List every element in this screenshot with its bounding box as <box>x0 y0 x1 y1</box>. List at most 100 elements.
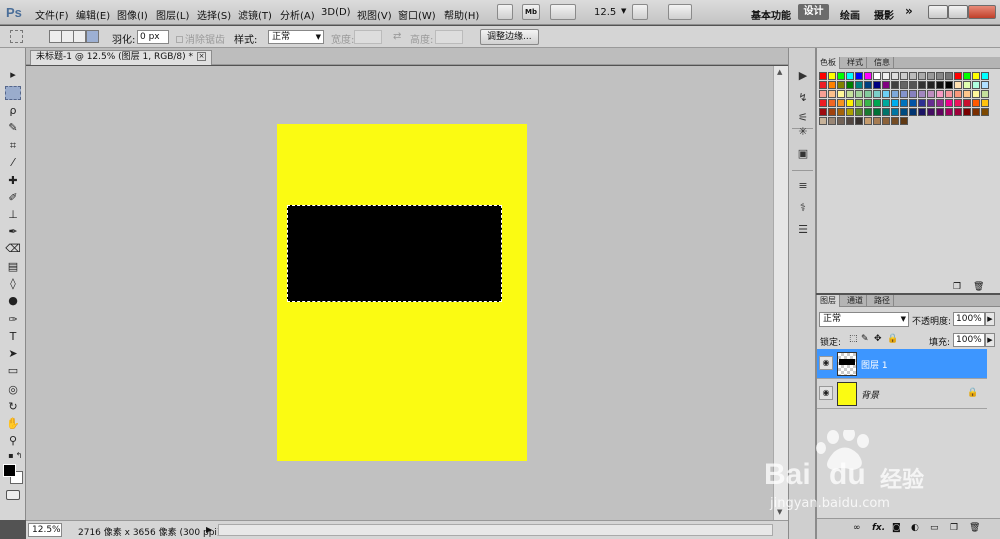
zoom-dropdown-icon[interactable]: ▼ <box>621 7 626 15</box>
clone-source-icon[interactable]: ⚕ <box>795 200 811 216</box>
color-swatch[interactable] <box>864 108 872 116</box>
color-swatch[interactable] <box>981 108 989 116</box>
color-swatch[interactable] <box>828 90 836 98</box>
color-swatch[interactable] <box>837 117 845 125</box>
color-swatch[interactable] <box>828 117 836 125</box>
color-swatch[interactable] <box>891 117 899 125</box>
3d-rotate-tool-icon[interactable]: ◎ <box>5 383 21 397</box>
menu-window[interactable]: 窗口(W) <box>398 7 436 22</box>
color-swatch[interactable] <box>936 72 944 80</box>
color-swatch[interactable] <box>837 90 845 98</box>
color-swatch[interactable] <box>891 108 899 116</box>
document-tab[interactable]: 未标题-1 @ 12.5% (图层 1, RGB/8) * × <box>30 50 212 65</box>
workspace-photo[interactable]: 摄影 <box>874 7 894 22</box>
image-icon[interactable]: ▣ <box>795 146 811 162</box>
layer-name[interactable]: 背景 <box>861 388 879 401</box>
healing-brush-tool-icon[interactable]: ✚ <box>5 174 21 188</box>
color-swatch[interactable] <box>873 72 881 80</box>
color-swatch[interactable] <box>882 108 890 116</box>
color-swatch[interactable] <box>891 99 899 107</box>
color-swatch[interactable] <box>900 90 908 98</box>
layer-row-background[interactable]: ◉ 背景 🔒 <box>817 379 987 409</box>
color-swatch[interactable] <box>882 72 890 80</box>
hand-tool-icon[interactable]: ✋ <box>5 417 21 431</box>
eraser-tool-icon[interactable]: ⌫ <box>5 242 21 256</box>
color-swatch[interactable] <box>873 81 881 89</box>
marquee-preset-icon[interactable] <box>10 30 23 43</box>
quick-selection-tool-icon[interactable]: ✎ <box>5 121 21 135</box>
color-swatch[interactable] <box>837 72 845 80</box>
maximize-button[interactable] <box>948 5 968 19</box>
color-swatch[interactable] <box>873 117 881 125</box>
navigator-icon[interactable]: ✳ <box>795 124 811 140</box>
color-swatch[interactable] <box>909 90 917 98</box>
feather-input[interactable]: 0 px <box>137 30 169 44</box>
color-swatch[interactable] <box>981 90 989 98</box>
more-workspaces-icon[interactable]: » <box>905 4 913 18</box>
lock-pixels-icon[interactable]: ✎ <box>861 334 869 344</box>
menu-help[interactable]: 帮助(H) <box>444 7 479 22</box>
history-brush-tool-icon[interactable]: ✒ <box>5 225 21 239</box>
color-swatch[interactable] <box>828 108 836 116</box>
workspace-basic[interactable]: 基本功能 <box>751 7 791 22</box>
vertical-scrollbar[interactable]: ▲ ▼ <box>773 66 788 520</box>
menu-3d[interactable]: 3D(D) <box>321 7 351 18</box>
opacity-arrow-icon[interactable]: ▶ <box>985 312 995 326</box>
layer-name[interactable]: 图层 1 <box>861 358 888 371</box>
color-swatch[interactable] <box>819 108 827 116</box>
color-swatch[interactable] <box>954 81 962 89</box>
color-swatch[interactable] <box>855 99 863 107</box>
lock-position-icon[interactable]: ✥ <box>874 334 882 344</box>
opacity-field[interactable]: 100% <box>953 312 985 326</box>
close-tab-icon[interactable]: × <box>197 52 206 61</box>
fill-field[interactable]: 100% <box>953 333 985 347</box>
pen-tool-icon[interactable]: ✑ <box>5 313 21 327</box>
refine-edge-button[interactable]: 调整边缘... <box>480 29 539 45</box>
color-swatch[interactable] <box>909 81 917 89</box>
color-swatch[interactable] <box>927 108 935 116</box>
color-swatch[interactable] <box>981 81 989 89</box>
color-swatch[interactable] <box>846 117 854 125</box>
lock-transparency-icon[interactable]: ⬚ <box>849 334 858 344</box>
visibility-eye-icon[interactable]: ◉ <box>819 386 833 400</box>
link-icon[interactable]: ∞ <box>853 523 861 533</box>
path-selection-tool-icon[interactable]: ➤ <box>5 347 21 361</box>
tab-info[interactable]: 信息 <box>871 57 894 69</box>
color-swatch[interactable] <box>945 72 953 80</box>
type-tool-icon[interactable]: T <box>5 330 21 344</box>
color-swatch[interactable] <box>945 108 953 116</box>
color-swatch[interactable] <box>837 81 845 89</box>
fill-arrow-icon[interactable]: ▶ <box>985 333 995 347</box>
color-swatch[interactable] <box>873 99 881 107</box>
canvas-area[interactable] <box>26 66 773 520</box>
color-swatch[interactable] <box>936 81 944 89</box>
color-swatch[interactable] <box>882 81 890 89</box>
color-swatch[interactable] <box>855 81 863 89</box>
adjustment-icon[interactable]: ◐ <box>911 523 919 533</box>
fx-icon[interactable]: fx. <box>872 523 885 533</box>
color-swatch[interactable] <box>972 90 980 98</box>
close-window-button[interactable] <box>968 5 996 19</box>
workspace-paint[interactable]: 绘画 <box>840 7 860 22</box>
delete-swatch-icon[interactable]: 🗑 <box>973 282 984 292</box>
rectangle-tool-icon[interactable]: ▭ <box>5 364 21 378</box>
color-swatch[interactable] <box>954 90 962 98</box>
style-select[interactable]: 正常 ▼ <box>268 30 324 44</box>
color-swatch[interactable] <box>855 90 863 98</box>
tab-channels[interactable]: 通道 <box>844 295 867 307</box>
color-swatch[interactable] <box>864 99 872 107</box>
color-swatch[interactable] <box>819 99 827 107</box>
menu-layer[interactable]: 图层(L) <box>156 7 189 22</box>
color-swatch[interactable] <box>945 99 953 107</box>
color-swatch[interactable] <box>855 117 863 125</box>
3d-orbit-tool-icon[interactable]: ↻ <box>5 400 21 414</box>
tab-paths[interactable]: 路径 <box>871 295 894 307</box>
visibility-eye-icon[interactable]: ◉ <box>819 356 833 370</box>
intersect-selection-icon[interactable] <box>86 30 99 43</box>
menu-analysis[interactable]: 分析(A) <box>280 7 315 22</box>
menu-image[interactable]: 图像(I) <box>117 7 148 22</box>
color-swatch[interactable] <box>846 81 854 89</box>
menu-view[interactable]: 视图(V) <box>357 7 392 22</box>
color-swatch[interactable] <box>918 90 926 98</box>
color-swatch[interactable] <box>936 108 944 116</box>
